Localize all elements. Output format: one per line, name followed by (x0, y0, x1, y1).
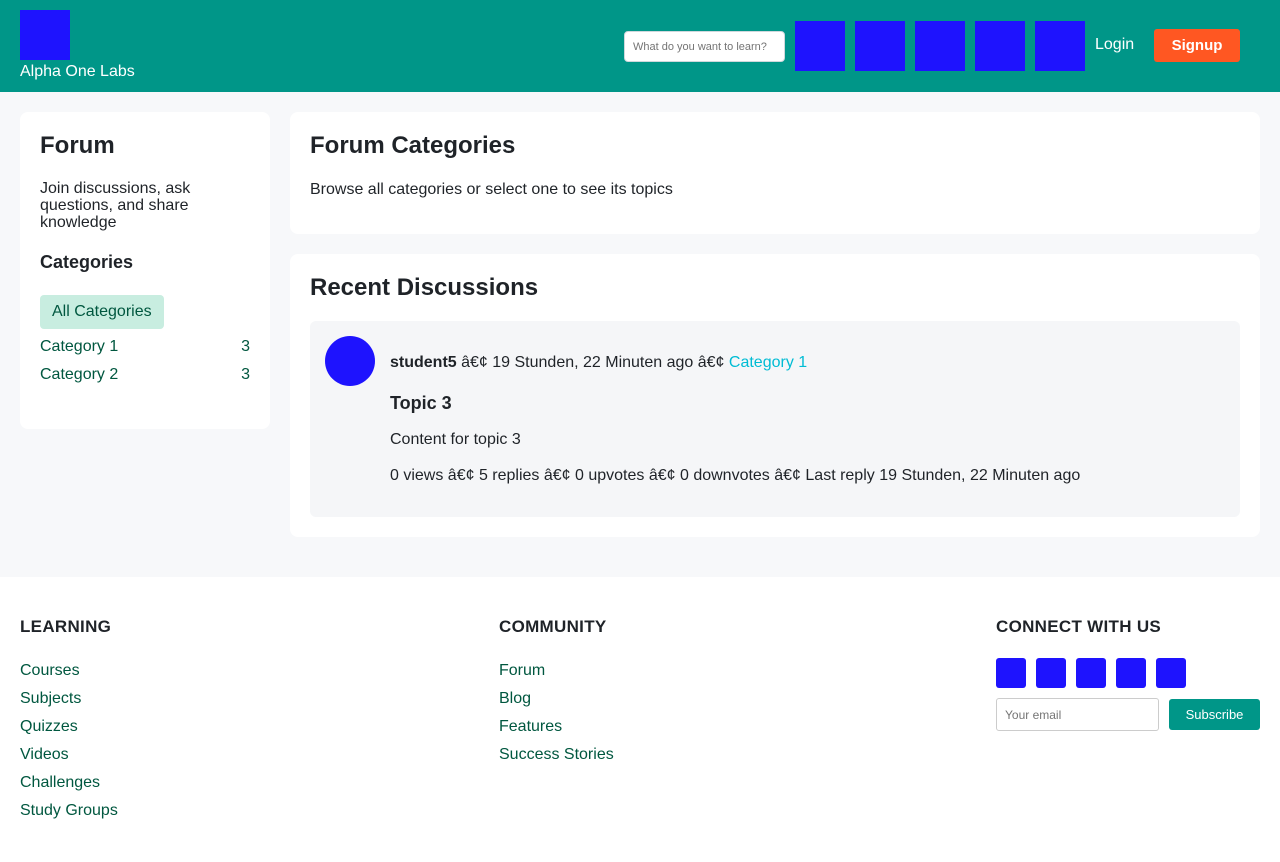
category-count: 3 (241, 366, 250, 383)
footer-heading: LEARNING (20, 617, 112, 636)
separator: â€¢ (456, 354, 493, 371)
all-categories-button[interactable]: All Categories (40, 295, 164, 329)
footer-link-quizzes[interactable]: Quizzes (20, 717, 118, 737)
category-name: Category 1 (40, 338, 119, 355)
nav-icon-4[interactable] (975, 21, 1025, 71)
forum-sidebar: Forum Join discussions, ask questions, a… (20, 112, 270, 429)
footer-learning: LEARNING Courses Subjects Quizzes Videos… (20, 617, 118, 829)
forum-categories-card: Forum Categories Browse all categories o… (290, 112, 1260, 234)
signup-button[interactable]: Signup (1154, 29, 1240, 62)
brand-name[interactable]: Alpha One Labs (20, 62, 135, 82)
logo-icon[interactable] (20, 10, 70, 60)
footer-link-videos[interactable]: Videos (20, 745, 118, 765)
avatar (325, 336, 375, 386)
sidebar-title: Forum (40, 132, 115, 159)
footer-heading: COMMUNITY (499, 617, 607, 636)
footer-link-study-groups[interactable]: Study Groups (20, 801, 118, 821)
sidebar-category-1[interactable]: Category 1 3 (40, 337, 250, 357)
footer-link-success-stories[interactable]: Success Stories (499, 745, 614, 765)
social-icon-3[interactable] (1076, 658, 1106, 688)
sidebar-description: Join discussions, ask questions, and sha… (40, 180, 191, 231)
discussion-meta: student5 â€¢ 19 Stunden, 22 Minuten ago … (390, 353, 807, 373)
login-link[interactable]: Login (1095, 35, 1134, 55)
recent-discussions-title: Recent Discussions (310, 274, 539, 301)
footer-link-courses[interactable]: Courses (20, 661, 118, 681)
topic-content: Content for topic 3 (390, 431, 521, 448)
social-icon-1[interactable] (996, 658, 1026, 688)
main-content: Forum Join discussions, ask questions, a… (0, 92, 1280, 577)
subscribe-button[interactable]: Subscribe (1169, 699, 1260, 730)
category-count: 3 (241, 338, 250, 355)
recent-discussions-card: Recent Discussions student5 â€¢ 19 Stund… (290, 254, 1260, 537)
email-field[interactable] (996, 698, 1159, 731)
categories-heading: Categories (40, 252, 134, 272)
social-icon-2[interactable] (1036, 658, 1066, 688)
nav-icon-3[interactable] (915, 21, 965, 71)
discussion-item[interactable]: student5 â€¢ 19 Stunden, 22 Minuten ago … (310, 321, 1240, 517)
category-link[interactable]: Category 1 (729, 354, 807, 371)
footer-heading: CONNECT WITH US (996, 617, 1162, 636)
footer-link-subjects[interactable]: Subjects (20, 689, 118, 709)
footer-link-challenges[interactable]: Challenges (20, 773, 118, 793)
nav-icon-2[interactable] (855, 21, 905, 71)
footer-link-blog[interactable]: Blog (499, 689, 614, 709)
footer-community: COMMUNITY Forum Blog Features Success St… (499, 617, 614, 773)
footer-connect: CONNECT WITH US (996, 617, 1161, 637)
topic-stats: 0 views â€¢ 5 replies â€¢ 0 upvotes â€¢ … (390, 467, 1081, 484)
forum-categories-title: Forum Categories (310, 132, 516, 159)
footer: LEARNING Courses Subjects Quizzes Videos… (0, 577, 1280, 862)
topic-title[interactable]: Topic 3 (390, 392, 452, 414)
search-input[interactable] (624, 31, 785, 62)
social-icon-5[interactable] (1156, 658, 1186, 688)
social-icon-4[interactable] (1116, 658, 1146, 688)
author-name[interactable]: student5 (390, 354, 457, 371)
forum-categories-subtitle: Browse all categories or select one to s… (310, 181, 673, 198)
post-time: 19 Stunden, 22 Minuten ago (492, 354, 694, 371)
top-header: Alpha One Labs Login Signup (0, 0, 1280, 92)
separator: â€¢ (693, 354, 729, 371)
sidebar-category-2[interactable]: Category 2 3 (40, 365, 250, 385)
footer-link-forum[interactable]: Forum (499, 661, 614, 681)
footer-link-features[interactable]: Features (499, 717, 614, 737)
nav-icon-5[interactable] (1035, 21, 1085, 71)
category-name: Category 2 (40, 366, 119, 383)
nav-icon-1[interactable] (795, 21, 845, 71)
